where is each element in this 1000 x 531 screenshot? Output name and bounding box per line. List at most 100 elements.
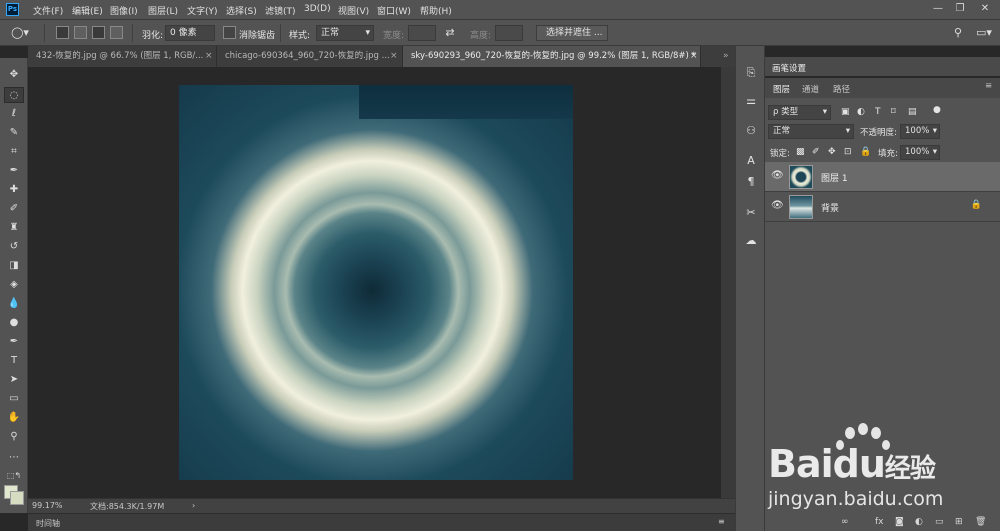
select-and-mask-button[interactable]: 选择并遮住 ... (536, 25, 608, 41)
timeline-tab[interactable]: 时间轴 (36, 518, 60, 529)
panel-menu-icon[interactable]: ≡ (985, 81, 992, 91)
rectangle-tool-icon[interactable]: ▭ (4, 391, 24, 407)
layer-row-background[interactable]: 👁 背景 🔒 (765, 192, 1000, 222)
intersect-selection-button[interactable] (110, 26, 123, 39)
path-selection-tool-icon[interactable]: ➤ (4, 372, 24, 388)
clone-source-icon[interactable]: ⚇ (741, 122, 761, 140)
menu-layer[interactable]: 图层(L) (148, 4, 178, 17)
tab-document-chicago[interactable]: chicago-690364_960_720-恢复的.jpg ... (217, 46, 403, 67)
menu-file[interactable]: 文件(F) (33, 4, 63, 17)
panel-menu-icon[interactable]: ≡ (718, 517, 725, 526)
close-tab-icon[interactable]: × (690, 46, 698, 67)
subtract-selection-button[interactable] (92, 26, 105, 39)
opacity-value: 100% (905, 126, 930, 136)
style-select[interactable]: 正常 ▾ (316, 25, 374, 41)
visibility-eye-icon[interactable]: 👁 (771, 170, 784, 181)
healing-brush-tool-icon[interactable]: ✚ (4, 182, 24, 198)
layer-name[interactable]: 图层 1 (821, 171, 848, 184)
lock-all-icon[interactable]: 🔒 (860, 147, 871, 157)
libraries-icon[interactable]: ☁ (741, 232, 761, 250)
lasso-tool-icon[interactable]: ℓ (4, 106, 24, 122)
filter-smart-object-icon[interactable]: ▤ (908, 107, 917, 117)
filter-adjustment-icon[interactable]: ◐ (857, 107, 865, 117)
opacity-input[interactable]: 100% ▾ (900, 124, 940, 139)
lock-position-icon[interactable]: ✥ (828, 147, 836, 157)
antialias-checkbox[interactable] (223, 26, 236, 39)
brush-tool-icon[interactable]: ✐ (4, 201, 24, 217)
menu-view[interactable]: 视图(V) (338, 4, 369, 17)
paint-bucket-tool-icon[interactable]: ◈ (4, 277, 24, 293)
filter-toggle-icon[interactable]: ● (933, 105, 941, 115)
menu-image[interactable]: 图像(I) (110, 4, 138, 17)
brush-settings-tab[interactable]: 画笔设置 (772, 62, 806, 74)
tab-paths[interactable]: 路径 (833, 83, 850, 95)
close-tab-icon[interactable]: × (205, 46, 213, 67)
filter-pixel-icon[interactable]: ▣ (841, 107, 850, 117)
layer-name[interactable]: 背景 (821, 201, 839, 214)
elliptical-marquee-preset-icon[interactable]: ◯▾ (8, 24, 32, 42)
menu-edit[interactable]: 编辑(E) (72, 4, 103, 17)
elliptical-marquee-tool-icon[interactable]: ◌ (4, 87, 24, 103)
crop-tool-icon[interactable]: ⌗ (4, 144, 24, 160)
layer-filter-select[interactable]: ρ 类型 ▾ (768, 105, 831, 120)
search-icon[interactable]: ⚲ (950, 24, 966, 42)
width-input[interactable] (408, 25, 436, 41)
visibility-eye-icon[interactable]: 👁 (771, 200, 784, 211)
menu-filter[interactable]: 滤镜(T) (265, 4, 296, 17)
blend-mode-select[interactable]: 正常 ▾ (768, 124, 854, 139)
clone-stamp-tool-icon[interactable]: ♜ (4, 220, 24, 236)
tiny-planet-image[interactable] (179, 85, 573, 480)
lock-image-icon[interactable]: ✐ (812, 147, 820, 157)
history-icon[interactable]: ⎘ (741, 64, 761, 82)
filter-type-icon[interactable]: T (875, 107, 881, 117)
more-tools-icon[interactable]: ⋯ (4, 450, 24, 466)
minimize-button[interactable]: — (928, 2, 948, 16)
close-tab-icon[interactable]: × (390, 46, 398, 67)
history-brush-tool-icon[interactable]: ↺ (4, 239, 24, 255)
menu-window[interactable]: 窗口(W) (377, 4, 411, 17)
height-input[interactable] (495, 25, 523, 41)
quick-selection-tool-icon[interactable]: ✎ (4, 125, 24, 141)
type-tool-icon[interactable]: T (4, 353, 24, 369)
photoshop-logo: Ps (6, 3, 19, 16)
tab-document-sky[interactable]: sky-690293_960_720-恢复的-恢复的.jpg @ 99.2% (… (403, 46, 701, 67)
blur-tool-icon[interactable]: 💧 (4, 296, 24, 312)
filter-shape-icon[interactable]: ⌑ (891, 107, 896, 117)
eraser-tool-icon[interactable]: ◨ (4, 258, 24, 274)
restore-button[interactable]: ❐ (950, 2, 970, 16)
lock-transparency-icon[interactable]: ▩ (796, 147, 805, 157)
feather-input[interactable]: 0 像素 (165, 25, 215, 41)
swap-colors-icon[interactable]: ⬚↰ (4, 468, 24, 484)
zoom-level[interactable]: 99.17% (32, 501, 63, 510)
background-color-swatch[interactable] (10, 491, 24, 505)
workspace-icon[interactable]: ▭▾ (972, 24, 996, 42)
hand-tool-icon[interactable]: ✋ (4, 410, 24, 426)
zoom-tool-icon[interactable]: ⚲ (4, 429, 24, 445)
layer-row-layer1[interactable]: 👁 图层 1 (765, 162, 1000, 192)
vertical-scrollbar[interactable] (721, 67, 735, 498)
menu-type[interactable]: 文字(Y) (187, 4, 218, 17)
tool-presets-icon[interactable]: ✂ (741, 204, 761, 222)
eyedropper-tool-icon[interactable]: ✒ (4, 163, 24, 179)
add-selection-button[interactable] (74, 26, 87, 39)
tab-channels[interactable]: 通道 (802, 83, 819, 95)
character-icon[interactable]: A (741, 152, 761, 170)
menu-select[interactable]: 选择(S) (226, 4, 257, 17)
tabs-overflow-icon[interactable]: » (723, 46, 729, 67)
move-tool-icon[interactable]: ✥ (4, 67, 24, 83)
swap-icon[interactable]: ⇄ (442, 24, 458, 42)
tab-layers[interactable]: 图层 (773, 83, 790, 95)
fill-input[interactable]: 100% ▾ (900, 145, 940, 160)
paragraph-icon[interactable]: ¶ (741, 173, 761, 191)
adjustments-icon[interactable]: ⚌ (741, 92, 761, 110)
lock-artboard-icon[interactable]: ⊡ (844, 147, 852, 157)
close-window-button[interactable]: ✕ (975, 2, 995, 16)
menu-3d[interactable]: 3D(D) (304, 4, 331, 14)
menu-help[interactable]: 帮助(H) (420, 4, 452, 17)
tab-document-432[interactable]: 432-恢复的.jpg @ 66.7% (图层 1, RGB/... (28, 46, 217, 67)
lock-icon[interactable]: 🔒 (971, 200, 982, 210)
status-menu-arrow[interactable]: › (192, 501, 195, 510)
pen-tool-icon[interactable]: ✒ (4, 334, 24, 350)
new-selection-button[interactable] (56, 26, 69, 39)
dodge-tool-icon[interactable]: ● (4, 315, 24, 331)
